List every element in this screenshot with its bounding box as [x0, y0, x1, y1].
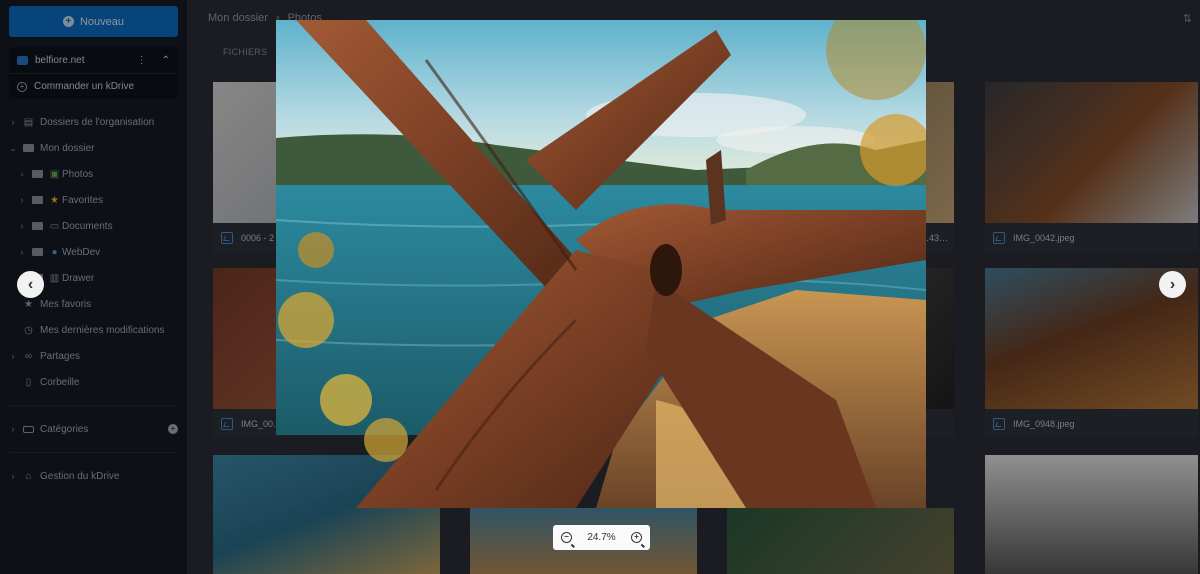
preview-photo: [276, 20, 926, 508]
next-image-button[interactable]: ›: [1159, 271, 1186, 298]
chevron-right-icon: ›: [1169, 275, 1176, 293]
image-preview: [276, 20, 926, 508]
zoom-level: 24.7%: [587, 532, 616, 543]
chevron-left-icon: ‹: [27, 275, 34, 293]
zoom-in-icon[interactable]: +: [630, 532, 642, 543]
zoom-controls: − 24.7% +: [553, 525, 650, 550]
previous-image-button[interactable]: ‹: [17, 271, 44, 298]
zoom-out-icon[interactable]: −: [561, 532, 572, 543]
